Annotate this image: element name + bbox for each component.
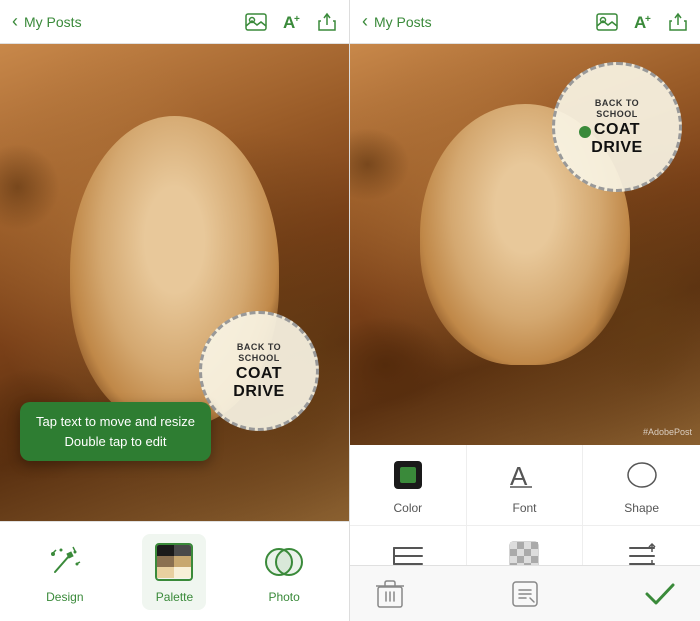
font-icon: A <box>504 455 544 495</box>
shape-label: Shape <box>624 501 659 515</box>
photo-icon <box>262 540 306 584</box>
right-badge-line2: COATDRIVE <box>591 121 642 156</box>
left-bottom-toolbar: Design <box>0 521 349 621</box>
tools-grid: Color A Font Shape <box>350 445 700 565</box>
font-label: Font <box>512 501 536 515</box>
right-top-bar: ‹ My Posts A + <box>350 0 700 44</box>
right-chevron-icon: ‹ <box>362 11 368 32</box>
svg-text:+: + <box>294 14 300 25</box>
shape-tool[interactable]: Shape <box>583 445 700 526</box>
right-toolbar-icons: A + <box>596 12 688 32</box>
confirm-button[interactable] <box>640 574 680 614</box>
palette-tool[interactable]: Palette <box>142 534 206 610</box>
right-panel: ‹ My Posts A + <box>350 0 700 621</box>
left-panel: ‹ My Posts A + <box>0 0 350 621</box>
right-canvas[interactable]: BACK TOSCHOOL COATDRIVE #AdobePost <box>350 44 700 445</box>
left-badge-line1: BACK TOSCHOOL <box>237 342 281 365</box>
tooltip-line1: Tap text to move and resize <box>36 412 195 432</box>
left-text-icon[interactable]: A + <box>281 12 303 32</box>
right-share-icon[interactable] <box>668 12 688 32</box>
palette-icon <box>152 540 196 584</box>
left-canvas[interactable]: BACK TOSCHOOL COATDRIVE Tap text to move… <box>0 44 349 521</box>
left-chevron-icon: ‹ <box>12 11 18 32</box>
left-text-badge[interactable]: BACK TOSCHOOL COATDRIVE <box>199 311 319 431</box>
right-image-icon[interactable] <box>596 13 618 31</box>
right-text-badge[interactable]: BACK TOSCHOOL COATDRIVE <box>552 62 682 192</box>
left-badge-line2: COATDRIVE <box>233 365 284 400</box>
left-back-nav[interactable]: ‹ My Posts <box>12 11 82 32</box>
palette-label: Palette <box>156 590 193 604</box>
edit-button[interactable] <box>505 574 545 614</box>
design-icon <box>43 540 87 584</box>
photo-tool[interactable]: Photo <box>252 534 316 610</box>
tooltip: Tap text to move and resize Double tap t… <box>20 402 211 461</box>
left-top-bar: ‹ My Posts A + <box>0 0 349 44</box>
tooltip-line2: Double tap to edit <box>36 432 195 452</box>
left-back-label: My Posts <box>24 14 82 30</box>
photo-label: Photo <box>268 590 299 604</box>
left-share-icon[interactable] <box>317 12 337 32</box>
design-label: Design <box>46 590 83 604</box>
right-back-nav[interactable]: ‹ My Posts <box>362 11 432 32</box>
color-icon <box>388 455 428 495</box>
color-label: Color <box>393 501 422 515</box>
right-text-icon[interactable]: A + <box>632 12 654 32</box>
shape-icon <box>622 455 662 495</box>
green-dot <box>579 126 591 138</box>
right-back-label: My Posts <box>374 14 432 30</box>
color-tool[interactable]: Color <box>350 445 467 526</box>
left-image-icon[interactable] <box>245 13 267 31</box>
svg-text:+: + <box>645 14 651 25</box>
font-tool[interactable]: A Font <box>467 445 584 526</box>
design-tool[interactable]: Design <box>33 534 97 610</box>
right-badge-line1: BACK TOSCHOOL <box>595 98 639 121</box>
delete-button[interactable] <box>370 574 410 614</box>
left-toolbar-icons: A + <box>245 12 337 32</box>
watermark: #AdobePost <box>643 427 692 437</box>
action-bar <box>350 565 700 621</box>
